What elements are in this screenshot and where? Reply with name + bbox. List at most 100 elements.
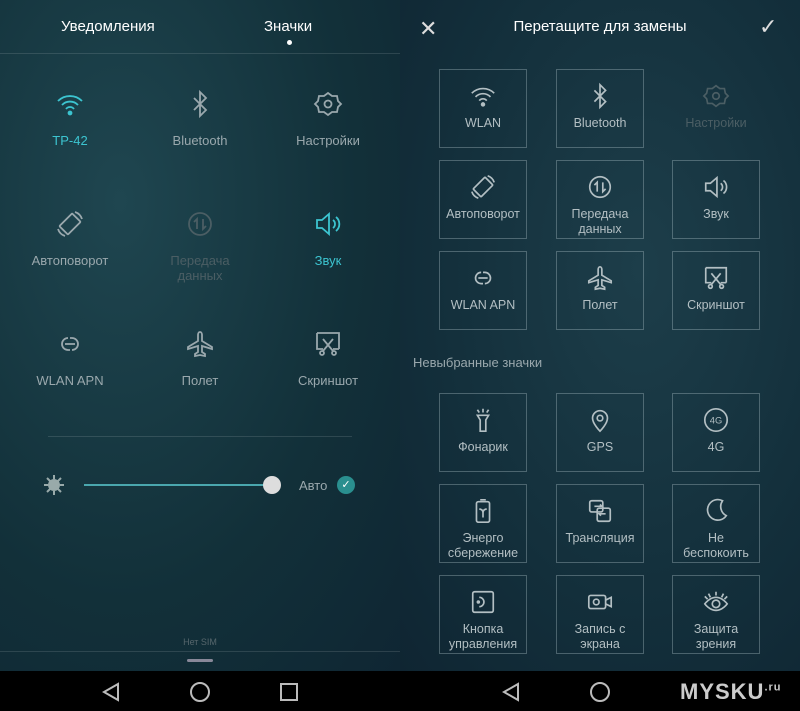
toggle-tile[interactable]: Скриншот xyxy=(263,329,393,388)
airplane-icon xyxy=(587,265,613,291)
screenshot-icon xyxy=(704,266,728,290)
rotate-icon xyxy=(471,175,495,199)
screen-record-icon xyxy=(587,594,613,610)
toggle-label: Скриншот xyxy=(297,373,359,388)
gear-icon xyxy=(313,91,343,117)
tab-notifications[interactable]: Уведомления xyxy=(61,18,155,35)
icon-tile-label: WLAN APN xyxy=(450,298,516,312)
icon-tile-label: Полет xyxy=(582,298,618,312)
navigation-bar: MYSKU.ru xyxy=(400,671,800,711)
icon-tile[interactable]: Трансляция xyxy=(556,484,644,563)
4g-icon: 4G xyxy=(703,407,729,433)
sound-icon xyxy=(704,175,728,199)
icon-tile-label: 4G xyxy=(707,440,725,454)
toggle-tile[interactable]: WLAN APN xyxy=(5,329,135,388)
icon-tile[interactable]: WLAN xyxy=(439,69,527,148)
tab-icons[interactable]: Значки xyxy=(264,18,312,35)
toggle-tile[interactable]: Звук xyxy=(263,209,393,268)
icon-tile-label: Не беспокоить xyxy=(683,531,749,560)
back-icon[interactable] xyxy=(100,681,122,703)
toggle-label: Передача данных xyxy=(170,253,230,283)
icon-tile[interactable]: GPS xyxy=(556,393,644,472)
wifi-icon xyxy=(471,87,495,107)
divider xyxy=(48,436,352,437)
cast-icon xyxy=(588,499,612,523)
icon-tile-label: Bluetooth xyxy=(573,116,627,130)
brightness-slider-thumb[interactable] xyxy=(263,476,281,494)
bluetooth-icon xyxy=(593,82,607,110)
back-icon[interactable] xyxy=(500,681,522,703)
icon-tile-label: Кнопка управления xyxy=(448,622,518,651)
toggle-tile[interactable]: Полет xyxy=(135,329,265,388)
icon-tile[interactable]: Полет xyxy=(556,251,644,330)
link-icon xyxy=(61,337,79,351)
toggle-label: Автоповорот xyxy=(31,253,109,268)
sound-icon xyxy=(316,212,341,236)
rotate-icon xyxy=(57,211,83,237)
link-icon xyxy=(474,271,492,285)
icon-tile-label: Автоповорот xyxy=(446,207,520,221)
airplane-icon xyxy=(187,331,213,358)
eye-icon xyxy=(703,591,729,612)
gear-icon xyxy=(702,84,730,108)
icon-tile-label: GPS xyxy=(586,440,614,454)
toggle-tile[interactable]: Настройки xyxy=(263,89,393,148)
navigation-bar xyxy=(0,671,400,711)
data-transfer-icon xyxy=(188,212,212,236)
icon-tile[interactable]: Звук xyxy=(672,160,760,239)
icon-tile[interactable]: Настройки xyxy=(672,69,760,148)
auto-brightness-label: Авто xyxy=(299,478,328,493)
data-transfer-icon xyxy=(588,175,612,199)
divider xyxy=(0,651,400,652)
icon-tile[interactable]: 4G 4G xyxy=(672,393,760,472)
home-icon[interactable] xyxy=(189,681,211,703)
battery-icon xyxy=(475,498,491,524)
icon-tile[interactable]: Защита зрения xyxy=(672,575,760,654)
icon-tile-label: Передача данных xyxy=(571,207,629,236)
icon-tile[interactable]: Кнопка управления xyxy=(439,575,527,654)
flashlight-icon xyxy=(475,408,491,433)
icon-tile[interactable]: Запись с экрана xyxy=(556,575,644,654)
icon-tile[interactable]: Bluetooth xyxy=(556,69,644,148)
toggle-tile[interactable]: TP-42 xyxy=(5,89,135,148)
icon-tile-label: Трансляция xyxy=(565,531,635,545)
check-icon[interactable]: ✓ xyxy=(759,14,777,40)
brightness-icon xyxy=(44,475,64,495)
icon-tile[interactable]: Скриншот xyxy=(672,251,760,330)
auto-brightness-checkbox[interactable]: ✓ xyxy=(337,476,355,494)
icon-tile[interactable]: WLAN APN xyxy=(439,251,527,330)
watermark-logo: MYSKU.ru xyxy=(680,679,782,704)
edit-icons-panel: ✕ Перетащите для замены ✓ WLAN Bluetooth… xyxy=(400,0,800,671)
icon-tile[interactable]: Не беспокоить xyxy=(672,484,760,563)
toggle-label: Bluetooth xyxy=(172,133,228,148)
drag-handle[interactable] xyxy=(187,659,213,662)
toggle-label: Полет xyxy=(181,373,219,388)
icon-tile-label: Скриншот xyxy=(687,298,745,312)
icon-tile-label: Настройки xyxy=(685,116,747,130)
icon-tile[interactable]: Энерго сбережение xyxy=(439,484,527,563)
nav-button-icon xyxy=(471,590,495,614)
recents-icon[interactable] xyxy=(278,681,300,703)
toggle-tile[interactable]: Передача данных xyxy=(135,209,265,283)
active-tab-indicator xyxy=(287,40,292,45)
toggle-tile[interactable]: Автоповорот xyxy=(5,209,135,268)
brightness-slider[interactable] xyxy=(84,484,272,486)
toggle-label: Звук xyxy=(314,253,342,268)
icon-tile-label: Запись с экрана xyxy=(574,622,626,651)
wifi-icon xyxy=(57,95,83,116)
screenshot-icon xyxy=(316,332,340,356)
bluetooth-icon xyxy=(193,89,208,119)
icon-tile[interactable]: Фонарик xyxy=(439,393,527,472)
icon-tile-label: Энерго сбережение xyxy=(447,531,519,560)
location-icon xyxy=(591,409,609,433)
home-icon[interactable] xyxy=(589,681,611,703)
icon-tile[interactable]: Передача данных xyxy=(556,160,644,239)
divider xyxy=(0,53,400,54)
icon-tile-label: Фонарик xyxy=(458,440,508,454)
toggle-tile[interactable]: Bluetooth xyxy=(135,89,265,148)
svg-text:4G: 4G xyxy=(710,416,722,426)
icon-tile[interactable]: Автоповорот xyxy=(439,160,527,239)
toggle-label: WLAN APN xyxy=(36,373,104,388)
icon-tile-label: Защита зрения xyxy=(693,622,739,651)
icon-tile-label: WLAN xyxy=(464,116,502,130)
